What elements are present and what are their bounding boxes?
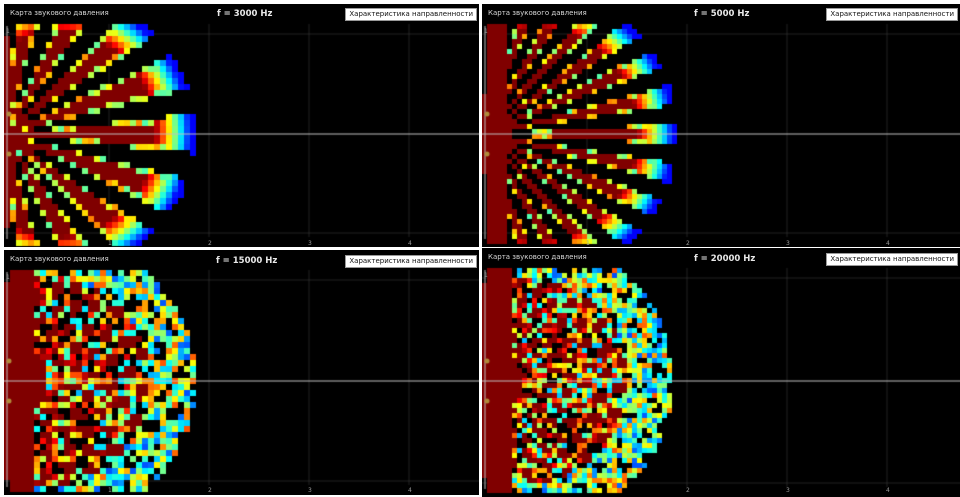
y-tick: 1	[6, 28, 10, 35]
directivity-button[interactable]: Характеристика направленности	[826, 8, 958, 21]
pressure-map-panel-5000: Карта звукового давления f = 5000 Hz Хар…	[482, 4, 960, 247]
x-tick: 1	[586, 240, 590, 247]
frequency-label: f = 15000 Hz	[216, 256, 278, 266]
x-tick: 1	[586, 487, 590, 494]
y-tick: 1	[484, 28, 488, 35]
frequency-label: f = 20000 Hz	[694, 254, 756, 264]
y-tick: 1	[6, 274, 10, 281]
directivity-button[interactable]: Характеристика направленности	[345, 8, 477, 21]
panel-title: Карта звукового давления	[10, 9, 109, 17]
x-tick: 1	[108, 487, 112, 494]
panel-title: Карта звукового давления	[10, 255, 109, 263]
frequency-label: f = 3000 Hz	[217, 9, 273, 19]
x-tick: 3	[786, 487, 790, 494]
x-tick: 2	[208, 240, 212, 247]
y-tick: 1	[484, 272, 488, 279]
x-tick: 2	[208, 487, 212, 494]
pressure-map-panel-15000: Карта звукового давления f = 15000 Hz Ха…	[4, 250, 479, 495]
pressure-map-canvas[interactable]	[4, 4, 479, 247]
x-tick: 3	[308, 240, 312, 247]
pressure-map-canvas[interactable]	[482, 248, 960, 497]
x-tick: 3	[786, 240, 790, 247]
frequency-label: f = 5000 Hz	[694, 9, 750, 19]
x-tick: 4	[886, 240, 890, 247]
x-tick: 2	[686, 240, 690, 247]
x-tick: 4	[408, 240, 412, 247]
directivity-button[interactable]: Характеристика направленности	[345, 255, 477, 268]
x-tick: 4	[886, 487, 890, 494]
pressure-map-panel-20000: Карта звукового давления f = 20000 Hz Ха…	[482, 248, 960, 497]
directivity-button[interactable]: Характеристика направленности	[826, 253, 958, 266]
x-tick: 4	[408, 487, 412, 494]
panel-title: Карта звукового давления	[488, 9, 587, 17]
x-tick: 1	[108, 240, 112, 247]
pressure-map-canvas[interactable]	[4, 250, 479, 495]
x-tick: 3	[308, 487, 312, 494]
pressure-map-panel-3000: Карта звукового давления f = 3000 Hz Хар…	[4, 4, 479, 247]
panel-title: Карта звукового давления	[488, 253, 587, 261]
x-tick: 2	[686, 487, 690, 494]
pressure-map-canvas[interactable]	[482, 4, 960, 247]
